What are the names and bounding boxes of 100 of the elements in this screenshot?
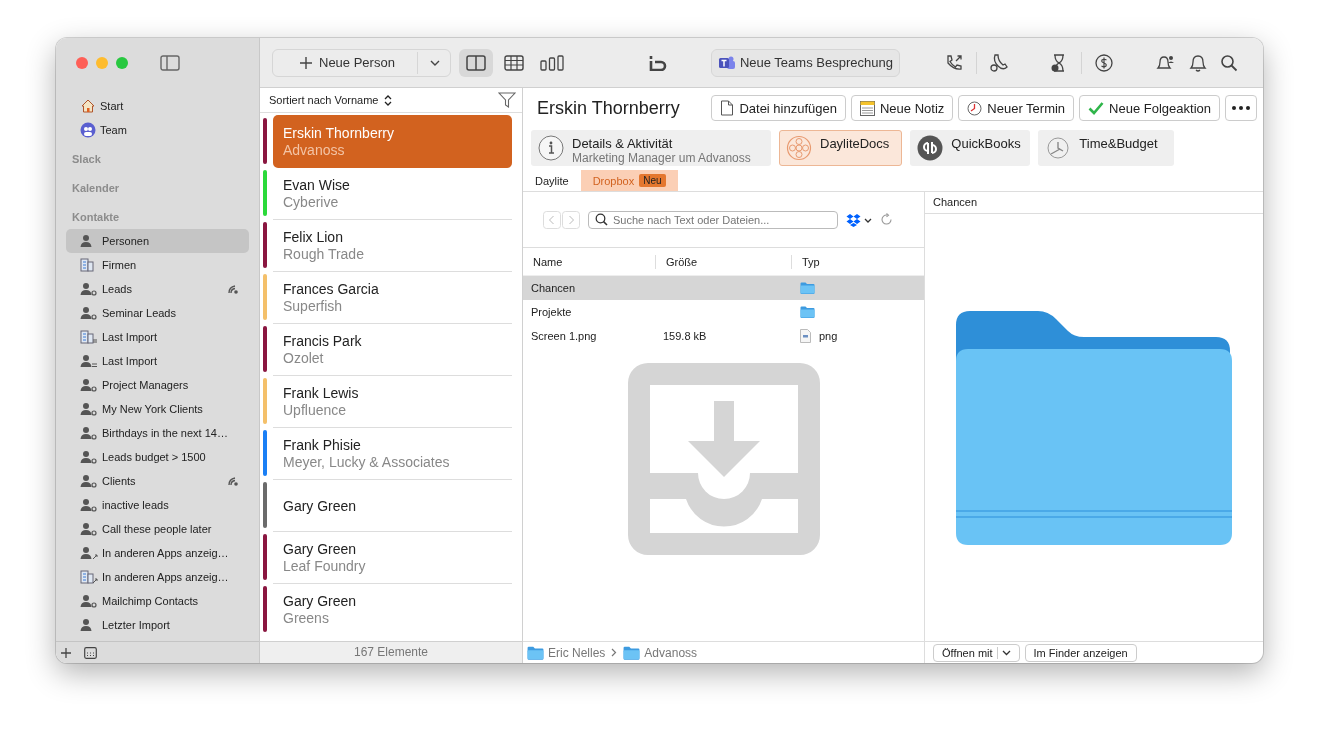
logo-icon[interactable] (648, 54, 667, 71)
sidebar-item[interactable]: Last Import (66, 325, 249, 349)
search-icon[interactable] (1219, 53, 1238, 72)
contact-name: Gary Green (283, 541, 358, 557)
section-header: Slack (71, 152, 102, 167)
teams-meeting-button[interactable]: Neue Teams Besprechung (710, 48, 900, 77)
column-header[interactable]: Name (523, 254, 656, 269)
contact-company: Advanoss (283, 142, 346, 158)
person-icon (80, 498, 98, 512)
person-icon (80, 402, 98, 416)
sort-selector[interactable]: Sortiert nach Vorname (269, 94, 393, 106)
clock-icon (1045, 135, 1072, 161)
sidebar-item[interactable]: Project Managers (66, 373, 249, 397)
contact-item[interactable]: Felix Lion Rough Trade (273, 219, 512, 271)
building-icon (80, 330, 98, 344)
app-tab[interactable]: DayliteDocs (779, 130, 903, 166)
sidebar-item[interactable]: In anderen Apps anzeig… (66, 541, 249, 565)
tab-label: Dropbox (592, 174, 635, 187)
show-in-finder-button[interactable]: Im Finder anzeigen (1024, 643, 1137, 662)
contact-name: Evan Wise (283, 176, 351, 193)
search-field[interactable]: Suche nach Text oder Dateien... (588, 210, 838, 229)
contact-item[interactable]: Evan Wise Cyberive (273, 167, 512, 219)
contact-item[interactable]: Gary Green Leaf Foundry (273, 531, 512, 583)
path-item[interactable]: Advanoss (623, 645, 698, 660)
file-row[interactable]: Screen 1.png 159.8 kB png (523, 324, 924, 348)
sidebar-item[interactable]: Personen (66, 229, 249, 253)
filter-icon[interactable] (498, 92, 516, 108)
person-icon (80, 450, 98, 464)
path-item[interactable]: Eric Nelles (527, 645, 606, 660)
contact-item[interactable]: Gary Green (273, 479, 512, 531)
contact-name: Frank Phisie (283, 437, 362, 453)
file-row[interactable]: Projekte (523, 300, 924, 324)
search-icon (595, 213, 608, 226)
add-icon[interactable] (60, 646, 72, 659)
sidebar-item[interactable]: My New York Clients (66, 397, 249, 421)
contact-item[interactable]: Francis Park Ozolet (273, 323, 512, 375)
plus-icon (299, 55, 313, 70)
column-header[interactable]: Größe (656, 254, 792, 269)
open-with-button[interactable]: Öffnen mit (933, 643, 1020, 662)
action-button[interactable]: Neuer Termin (958, 95, 1075, 121)
sidebar-item[interactable]: Seminar Leads (66, 301, 249, 325)
source-tab[interactable]: Dropbox Neu (580, 170, 678, 191)
person-icon (80, 306, 98, 320)
column-header[interactable]: Typ (792, 254, 924, 269)
contact-title: Erskin Thornberry (537, 97, 681, 119)
sidebar-item[interactable]: Mailchimp Contacts (66, 589, 249, 613)
contact-item[interactable]: Frank Lewis Upfluence (273, 375, 512, 427)
contact-item[interactable]: Frances Garcia Superfish (273, 271, 512, 323)
sidebar-item[interactable]: Letzter Import (66, 613, 249, 637)
checkmark-icon (1088, 101, 1105, 115)
contact-company: Ozolet (283, 350, 325, 366)
sidebar-item[interactable]: Team (66, 118, 249, 142)
sidebar-item[interactable]: Birthdays in the next 14… (66, 421, 249, 445)
person-icon (80, 618, 92, 632)
contact-item[interactable]: Frank Phisie Meyer, Lucky & Associates (273, 427, 512, 479)
sidebar-item[interactable]: Last Import (66, 349, 249, 373)
contact-item[interactable]: Erskin Thornberry Advanoss (273, 115, 512, 168)
sidebar-item[interactable]: Leads (66, 277, 249, 301)
chevron-down-icon (1001, 649, 1011, 656)
sidebar-item[interactable]: Firmen (66, 253, 249, 277)
file-name: Projekte (530, 306, 573, 318)
sidebar-item[interactable]: Clients (66, 469, 249, 493)
table-icon (503, 54, 524, 71)
refresh-icon[interactable] (880, 213, 893, 226)
document-icon (720, 100, 735, 116)
contact-add-icon[interactable] (988, 52, 1009, 73)
dropbox-icon[interactable] (846, 212, 872, 227)
app-tab[interactable]: Details & Aktivität Marketing Manager um Advanoss (531, 130, 771, 166)
sidebar-item[interactable]: Start (66, 94, 249, 118)
sidebar-item[interactable]: Leads budget > 1500 (66, 445, 249, 469)
calendar-icon[interactable] (84, 646, 97, 659)
bell-icon[interactable] (1187, 52, 1208, 73)
app-tab[interactable]: Time&Budget (1038, 130, 1175, 166)
more-button[interactable] (1225, 95, 1257, 121)
action-button[interactable]: Datei hinzufügen (711, 95, 846, 121)
contact-item[interactable]: Gary Green Greens (273, 583, 512, 635)
shared-icon (227, 283, 239, 295)
contact-company: Greens (283, 610, 330, 626)
columns-icon (539, 54, 564, 71)
sidebar-item[interactable]: In anderen Apps anzeig… (66, 565, 249, 589)
new-person-button[interactable]: Neue Person (272, 48, 451, 77)
app-tab[interactable]: QuickBooks (910, 130, 1031, 166)
folder-icon (800, 282, 815, 294)
sidebar-toggle-icon[interactable] (160, 55, 180, 71)
action-button[interactable]: Neue Folgeaktion (1079, 95, 1220, 121)
contact-company: Meyer, Lucky & Associates (283, 454, 451, 470)
tab-label: Time&Budget (1079, 136, 1158, 151)
chevron-right-icon (611, 648, 618, 657)
source-tab[interactable]: Daylite (523, 170, 581, 191)
clock-icon (967, 100, 983, 116)
action-button[interactable]: Neue Notiz (851, 95, 954, 121)
chevron-down-icon[interactable] (429, 59, 440, 66)
split-view-icon (465, 54, 486, 71)
more-icon (1232, 106, 1250, 110)
file-name: Screen 1.png (530, 330, 598, 342)
sidebar-item[interactable]: inactive leads (66, 493, 249, 517)
file-row[interactable]: Chancen (523, 276, 924, 300)
dollar-icon[interactable] (1093, 52, 1114, 73)
sidebar-item[interactable]: Call these people later (66, 517, 249, 541)
view-mode-button[interactable] (458, 48, 493, 77)
